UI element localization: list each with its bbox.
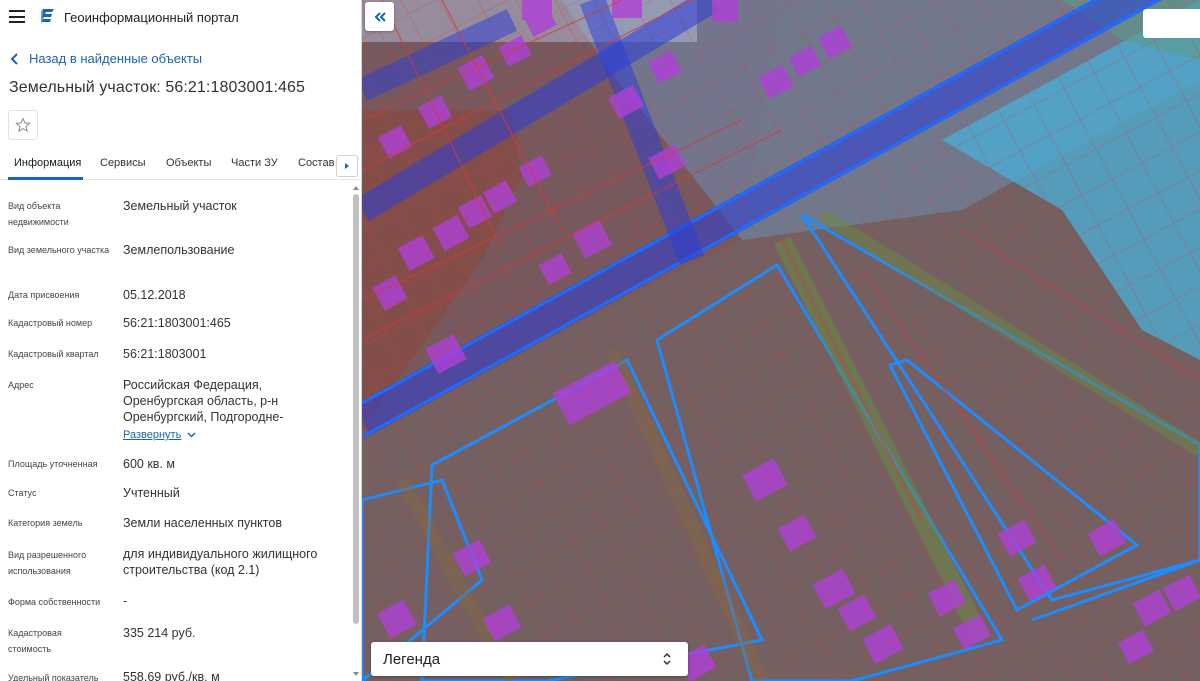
tab-parcel-parts[interactable]: Части ЗУ	[231, 157, 278, 169]
double-chevron-left-icon	[374, 11, 386, 22]
property-value: Учтенный	[123, 486, 180, 500]
address-value: Российская Федерация, Оренбургская облас…	[123, 378, 284, 424]
scroll-up-arrow[interactable]	[353, 186, 359, 190]
property-value: 335 214 руб.	[123, 626, 196, 640]
info-sidebar: Геоинформационный портал Назад в найденн…	[0, 0, 362, 681]
scroll-down-arrow[interactable]	[353, 672, 359, 676]
star-icon	[15, 117, 31, 133]
collapse-sidebar-button[interactable]	[365, 2, 394, 31]
portal-title: Геоинформационный портал	[64, 10, 239, 25]
sidebar-scrollbar[interactable]	[351, 186, 361, 681]
tab-information[interactable]: Информация	[14, 157, 81, 169]
property-value: 56:21:1803001:465	[123, 316, 231, 330]
property-label: Вид объекта недвижимости	[8, 201, 69, 227]
tab-objects[interactable]: Объекты	[166, 157, 211, 169]
tab-services[interactable]: Сервисы	[100, 157, 146, 169]
object-title: Земельный участок: 56:21:1803001:465	[9, 79, 306, 96]
expand-label: Развернуть	[123, 429, 182, 441]
chevron-down-icon	[187, 432, 196, 438]
top-bar: Геоинформационный портал	[0, 0, 361, 34]
scroll-thumb[interactable]	[353, 194, 359, 624]
legend-panel[interactable]: Легенда	[371, 642, 688, 676]
property-label: Вид разрешенного использования	[8, 550, 87, 576]
property-value: Земли населенных пунктов	[123, 516, 282, 530]
expand-address-link[interactable]: Развернуть	[123, 429, 196, 441]
property-value: 05.12.2018	[123, 288, 186, 302]
chevron-left-icon	[10, 52, 18, 65]
property-label: Адрес	[8, 380, 34, 390]
tabs-next-button[interactable]	[336, 155, 358, 177]
favorite-button[interactable]	[8, 110, 38, 140]
menu-icon[interactable]	[9, 10, 25, 23]
map-view[interactable]	[362, 0, 1200, 681]
property-value: Земельный участок	[123, 199, 237, 213]
active-tab-indicator	[8, 177, 83, 180]
property-label: Кадастровый квартал	[8, 349, 99, 359]
map-search-box[interactable]	[1143, 9, 1200, 38]
legend-label: Легенда	[383, 650, 441, 668]
property-value: 56:21:1803001	[123, 347, 207, 361]
back-link-label: Назад в найденные объекты	[29, 51, 203, 66]
property-label: Категория земель	[8, 518, 83, 528]
property-label: Дата присвоения	[8, 290, 80, 300]
map-canvas[interactable]	[362, 0, 1200, 681]
property-value: -	[123, 594, 128, 608]
portal-logo-icon	[41, 9, 54, 24]
chevron-right-icon	[345, 163, 349, 169]
property-value: Землепользование	[123, 243, 235, 257]
property-label: Кадастровый номер	[8, 318, 93, 328]
tab-bar: Информация Сервисы Объекты Части ЗУ Сост…	[0, 150, 361, 180]
property-label: Вид земельного участка	[8, 245, 110, 255]
property-value: 600 кв. м	[123, 457, 175, 471]
property-label: Форма собственности	[8, 597, 101, 607]
property-value: 558,69 руб./кв. м	[123, 670, 220, 681]
property-value: для индивидуального жилищного строительс…	[123, 547, 318, 577]
back-to-results-link[interactable]: Назад в найденные объекты	[10, 51, 202, 66]
up-down-arrows-icon	[663, 652, 671, 666]
tab-composition[interactable]: Состав	[298, 157, 334, 169]
property-label: Статус	[8, 488, 37, 498]
property-label: Удельный показатель	[8, 673, 99, 681]
property-label: Площадь уточненная	[8, 459, 98, 469]
properties-list: Вид объекта недвижимости Земельный участ…	[0, 186, 350, 681]
property-label: Кадастровая стоимость	[8, 628, 62, 654]
